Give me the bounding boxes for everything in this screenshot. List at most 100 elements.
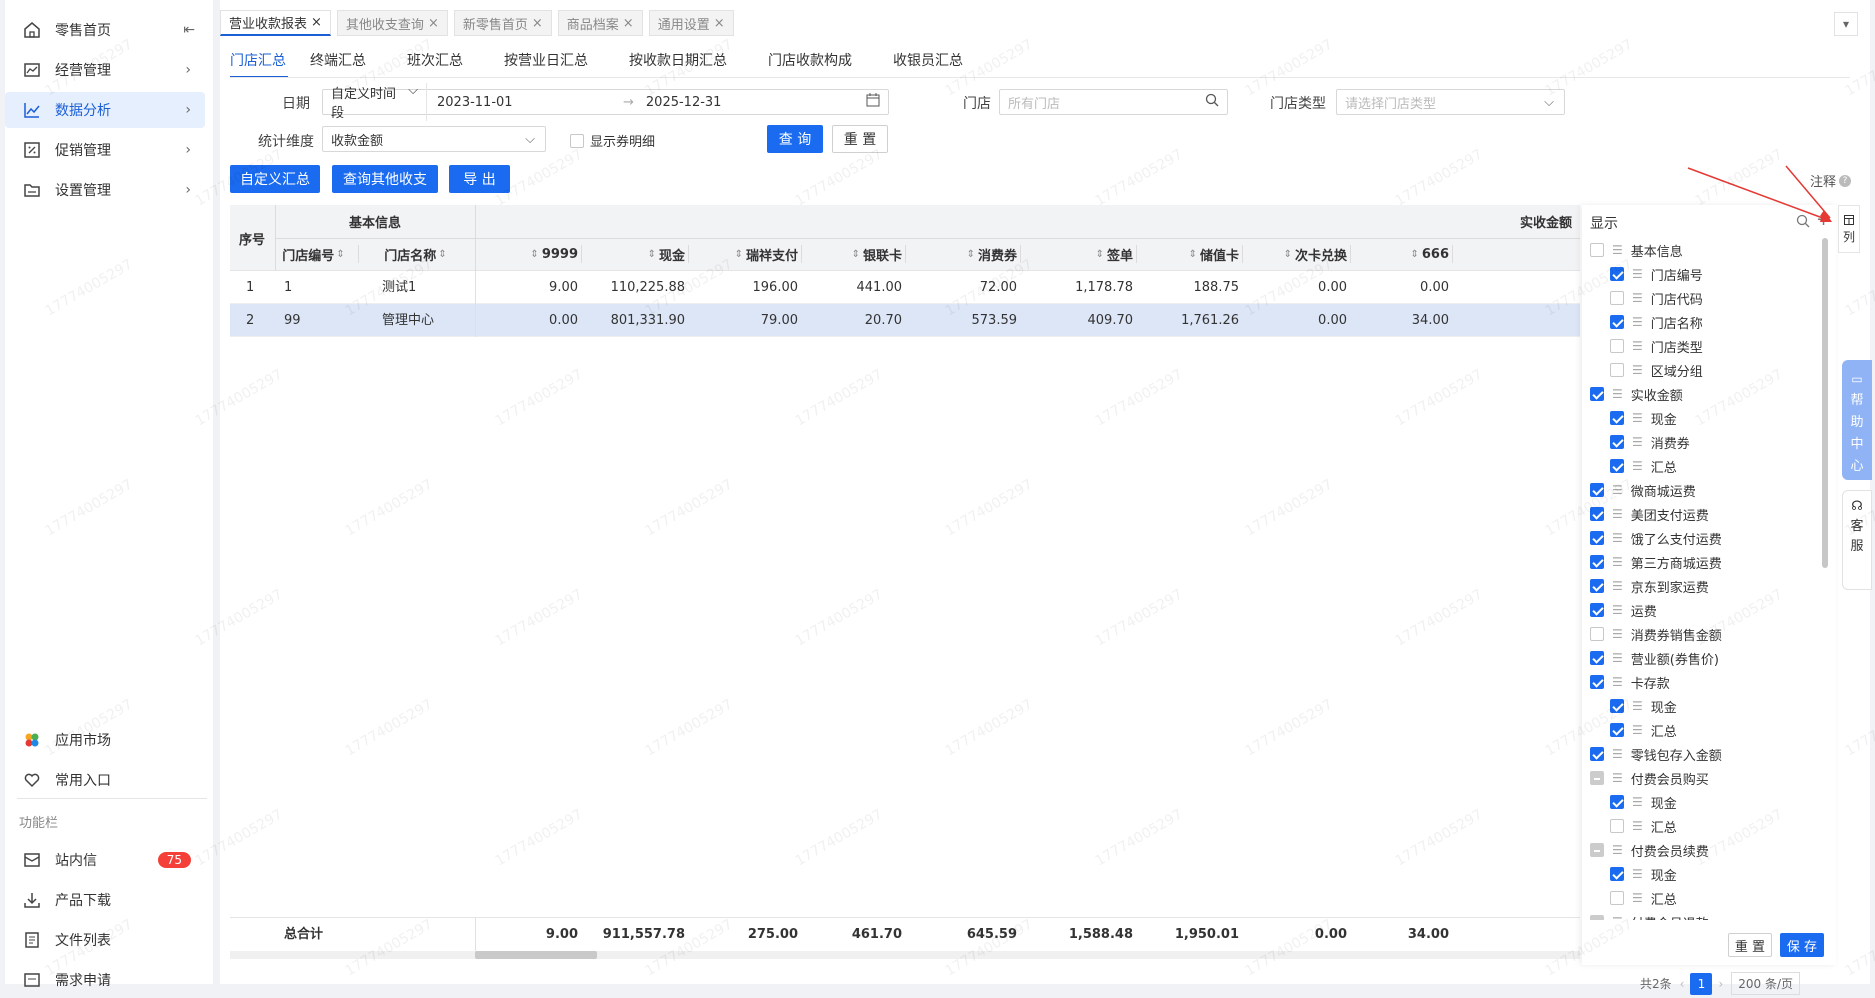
checkbox-icon[interactable] [1590, 627, 1604, 641]
drag-handle-icon[interactable]: ☰ [1632, 699, 1643, 713]
checkbox-icon[interactable] [1610, 867, 1624, 881]
column-option[interactable]: ☰ 付费会员退款 [1590, 910, 1709, 920]
checkbox-icon[interactable] [1590, 507, 1604, 521]
drag-handle-icon[interactable]: ☰ [1612, 651, 1623, 665]
sort-icon[interactable]: ⇕ [1410, 249, 1418, 260]
help-circle-icon[interactable]: ? [1839, 174, 1852, 187]
drag-handle-icon[interactable]: ☰ [1632, 867, 1643, 881]
drag-handle-icon[interactable]: ☰ [1612, 747, 1623, 761]
col-header-3[interactable]: ⇕ 银联卡 [802, 238, 902, 271]
sidebar-item-3[interactable]: 促销管理 › [5, 132, 205, 168]
sort-icon[interactable]: ⇕ [438, 249, 446, 260]
column-option[interactable]: ☰ 付费会员续费 [1590, 838, 1709, 862]
sort-icon[interactable]: ⇕ [530, 249, 538, 260]
sort-icon[interactable]: ⇕ [735, 249, 743, 260]
drag-handle-icon[interactable]: ☰ [1612, 579, 1623, 593]
checkbox-icon[interactable] [1610, 723, 1624, 737]
drag-handle-icon[interactable]: ☰ [1632, 795, 1643, 809]
sidebar-bottom-item-1[interactable]: 常用入口 [5, 762, 205, 798]
checkbox-icon[interactable] [1610, 459, 1624, 473]
drag-handle-icon[interactable]: ☰ [1632, 819, 1643, 833]
column-option[interactable]: ☰ 区域分组 [1610, 358, 1703, 382]
column-option[interactable]: ☰ 实收金额 [1590, 382, 1683, 406]
col-header-5[interactable]: ⇕ 签单 [1021, 238, 1133, 271]
func-item-0[interactable]: 站内信 75 [5, 842, 205, 878]
column-option[interactable]: ☰ 消费券销售金额 [1590, 622, 1722, 646]
column-option[interactable]: ☰ 现金 [1610, 694, 1677, 718]
close-icon[interactable]: × [623, 16, 634, 31]
drag-handle-icon[interactable]: ☰ [1632, 363, 1643, 377]
subtab-2[interactable]: 班次汇总 [407, 48, 482, 78]
column-option[interactable]: ☰ 卡存款 [1590, 670, 1670, 694]
checkbox-icon[interactable] [1610, 795, 1624, 809]
checkbox-icon[interactable] [1610, 891, 1624, 905]
sort-icon[interactable]: ⇕ [1284, 249, 1292, 260]
close-icon[interactable]: × [532, 16, 543, 31]
col-header-0[interactable]: ⇕ 9999 [478, 238, 578, 271]
sort-icon[interactable]: ⇕ [648, 249, 656, 260]
checkbox-icon[interactable] [1610, 267, 1624, 281]
close-icon[interactable]: × [428, 16, 439, 31]
column-option[interactable]: ☰ 现金 [1610, 790, 1677, 814]
drag-handle-icon[interactable]: ☰ [1612, 555, 1623, 569]
sort-icon[interactable]: ⇕ [967, 249, 975, 260]
col-header-1[interactable]: ⇕ 现金 [580, 238, 685, 271]
column-option[interactable]: ☰ 门店编号 [1610, 262, 1703, 286]
column-option[interactable]: ☰ 微商城运费 [1590, 478, 1696, 502]
col-header-2[interactable]: ⇕ 瑞祥支付 [686, 238, 798, 271]
tab-0[interactable]: 营业收款报表 × [220, 10, 331, 36]
col-header-8[interactable]: ⇕ 666 [1354, 238, 1449, 271]
checkbox-icon[interactable] [1590, 843, 1604, 857]
column-option[interactable]: ☰ 营业额(券售价) [1590, 646, 1719, 670]
checkbox-icon[interactable] [1590, 483, 1604, 497]
drag-handle-icon[interactable]: ☰ [1632, 435, 1643, 449]
drag-handle-icon[interactable]: ☰ [1632, 315, 1643, 329]
drag-handle-icon[interactable]: ☰ [1612, 531, 1623, 545]
note-link[interactable]: 注释 ? [1810, 171, 1852, 190]
subtab-5[interactable]: 门店收款构成 [768, 48, 871, 78]
column-option[interactable]: ☰ 门店类型 [1610, 334, 1703, 358]
drag-handle-icon[interactable]: ☰ [1632, 411, 1643, 425]
sort-icon[interactable]: ⇕ [1189, 249, 1197, 260]
column-option[interactable]: ☰ 门店代码 [1610, 286, 1703, 310]
checkbox-icon[interactable] [1590, 915, 1604, 920]
scrollbar-thumb[interactable] [475, 951, 597, 959]
column-option[interactable]: ☰ 汇总 [1610, 814, 1677, 838]
drag-handle-icon[interactable]: ☰ [1632, 291, 1643, 305]
column-option[interactable]: ☰ 饿了么支付运费 [1590, 526, 1722, 550]
date-mode-select[interactable]: 自定义时间段 ⌵ [323, 83, 427, 121]
col-header-7[interactable]: ⇕ 次卡兑换 [1243, 238, 1347, 271]
drag-handle-icon[interactable]: ☰ [1612, 387, 1623, 401]
drag-handle-icon[interactable]: ☰ [1612, 843, 1623, 857]
tab-2[interactable]: 新零售首页 × [453, 10, 552, 36]
column-option[interactable]: ☰ 第三方商城运费 [1590, 550, 1722, 574]
show-coupon-checkbox[interactable]: 显示券明细 [570, 131, 655, 150]
column-option[interactable]: ☰ 汇总 [1610, 454, 1677, 478]
checkbox-icon[interactable] [1610, 435, 1624, 449]
checkbox-icon[interactable] [1590, 603, 1604, 617]
sidebar-item-1[interactable]: 经营管理 › [5, 52, 205, 88]
export-button[interactable]: 导 出 [449, 165, 510, 193]
func-item-2[interactable]: 文件列表 [5, 922, 205, 958]
drag-handle-icon[interactable]: ☰ [1632, 339, 1643, 353]
checkbox-icon[interactable] [1610, 819, 1624, 833]
search-icon[interactable] [1796, 214, 1810, 232]
sort-icon[interactable]: ⇕ [1096, 249, 1104, 260]
checkbox-icon[interactable] [1590, 651, 1604, 665]
close-icon[interactable]: × [311, 15, 322, 30]
date-start-value[interactable]: 2023-11-01 [437, 95, 623, 110]
subtab-3[interactable]: 按营业日汇总 [504, 48, 607, 78]
tab-4[interactable]: 通用设置 × [648, 10, 734, 36]
checkbox-icon[interactable] [1590, 747, 1604, 761]
drag-handle-icon[interactable]: ☰ [1632, 459, 1643, 473]
col-header-6[interactable]: ⇕ 储值卡 [1135, 238, 1239, 271]
checkbox-icon[interactable] [1590, 675, 1604, 689]
panel-reset-button[interactable]: 重 置 [1728, 933, 1772, 957]
checkbox-icon[interactable] [1590, 243, 1604, 257]
subtab-4[interactable]: 按收款日期汇总 [629, 48, 746, 78]
checkbox-icon[interactable] [1590, 387, 1604, 401]
tab-3[interactable]: 商品档案 × [557, 10, 643, 36]
column-option[interactable]: ☰ 美团支付运费 [1590, 502, 1709, 526]
query-button[interactable]: 查 询 [767, 125, 823, 153]
drag-handle-icon[interactable]: ☰ [1612, 771, 1623, 785]
